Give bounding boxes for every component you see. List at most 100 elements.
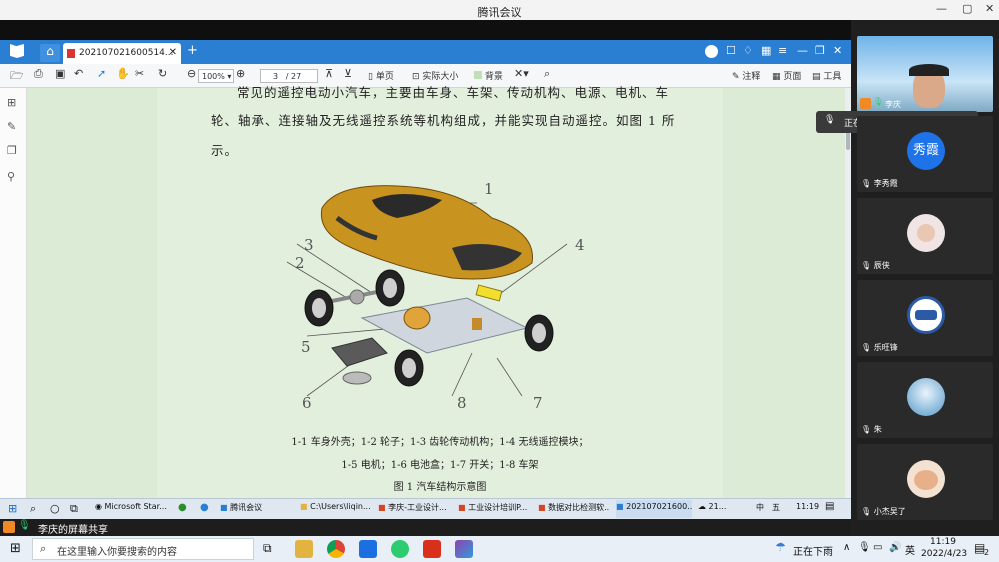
actual-size-button[interactable]: ⊡ 实际大小 <box>412 69 458 82</box>
participant-tile-4[interactable]: 🎙 朱 <box>857 362 993 438</box>
leader-line-8 <box>451 352 473 397</box>
open-icon[interactable]: 🗁 <box>10 67 24 86</box>
print-icon[interactable]: ⎙ <box>34 67 43 81</box>
taskbar-search-placeholder: 在这里输入你要搜索的内容 <box>57 547 177 558</box>
save-icon[interactable]: ▣ <box>55 67 65 80</box>
new-tab-button[interactable]: + <box>187 43 198 58</box>
start-icon[interactable]: ⊞ <box>8 502 17 515</box>
gear <box>349 289 365 305</box>
zoom-out-button[interactable]: ⊖ <box>187 67 196 80</box>
car-body-shell <box>320 185 533 280</box>
zoom-select[interactable]: 100% ▾ <box>198 69 234 83</box>
ime-indicator-2[interactable]: 五 <box>772 502 780 513</box>
apps-icon[interactable]: ▦ <box>761 44 771 57</box>
pdf-close-button[interactable]: ✕ <box>833 44 842 57</box>
task-item-explorer[interactable]: ■ C:\Users\liqin... <box>300 502 370 511</box>
share-label: 李庆的屏幕共享 <box>38 525 108 536</box>
task-item-pdf[interactable]: ■ 2021070216​00... <box>616 500 692 518</box>
task-item-weather[interactable]: ☁ 21... <box>698 502 743 511</box>
single-page-button[interactable]: ▯ 单页 <box>368 69 394 82</box>
taskbar-search-box[interactable]: ⌕ 在这里输入你要搜索的内容 <box>32 538 254 560</box>
task-item-edge[interactable]: ◉ Microsoft Star... <box>95 502 169 511</box>
volume-icon[interactable]: 🔊 <box>889 542 901 553</box>
close-button[interactable]: ✕ <box>985 2 994 15</box>
zoom-in-button[interactable]: ⊕ <box>236 67 245 80</box>
background-button[interactable]: 背景 <box>474 69 503 82</box>
wps-icon[interactable] <box>423 540 441 558</box>
ime-english[interactable]: 英 <box>905 542 915 557</box>
minimize-button[interactable]: — <box>936 2 947 15</box>
wechat-icon[interactable] <box>391 540 409 558</box>
tab-document[interactable]: 2021070216005​14... ✕ <box>63 43 181 64</box>
participant-tile-2[interactable]: 🎙 辰侠 <box>857 198 993 274</box>
task-view-icon[interactable]: ⧉ <box>263 541 272 556</box>
share-icon[interactable]: ↶ <box>74 67 83 80</box>
participant-tile-5[interactable]: 🎙 小杰吴了 <box>857 444 993 520</box>
home-icon[interactable]: ⌂ <box>40 44 60 62</box>
menu-icon[interactable]: ≡ <box>778 44 787 57</box>
search-icon[interactable]: ⌕ <box>544 67 550 81</box>
rotate-icon[interactable]: ↻ <box>158 67 167 80</box>
taskbar-date[interactable]: 2022/4/23 <box>921 549 967 559</box>
scroll-thumb[interactable] <box>846 132 850 150</box>
prev-page-icon[interactable]: ⊼ <box>325 67 333 80</box>
annotate-button[interactable]: ✎ 注释 <box>732 69 760 82</box>
page-current: 3 <box>273 72 279 81</box>
page-input[interactable]: 3 / 27 <box>260 69 318 83</box>
participant-name-5: 🎙 小杰吴了 <box>861 507 906 516</box>
battery-box <box>331 337 388 367</box>
thumbnail-icon[interactable]: ❐ <box>7 144 17 157</box>
pdf-minimize-button[interactable]: — <box>797 44 808 57</box>
page-button[interactable]: ▦ 页面 <box>772 69 801 82</box>
search-icon-inner[interactable]: ⌕ <box>30 502 36 516</box>
attachment-icon[interactable]: ⚲ <box>7 170 15 183</box>
participant-avatar-4 <box>907 378 945 416</box>
pdf-restore-button[interactable]: ❐ <box>815 44 825 57</box>
comment-icon[interactable]: ✎ <box>7 120 16 133</box>
file-explorer-icon[interactable] <box>295 540 313 558</box>
speaker-mic-icon: 🎙 <box>824 115 836 125</box>
tab-close-icon[interactable]: ✕ <box>169 47 177 58</box>
taskbar-clock[interactable]: 11:19 <box>930 537 956 547</box>
inner-clock: 11:19 <box>796 502 820 511</box>
maximize-button[interactable]: ▢ <box>962 2 972 15</box>
close-x-icon[interactable]: ✕▾ <box>514 67 529 80</box>
user-icon[interactable] <box>705 45 718 58</box>
app-icon-green[interactable]: ● <box>178 502 187 513</box>
next-page-icon[interactable]: ⊻ <box>344 67 352 80</box>
hand-icon[interactable]: ✋ <box>116 67 130 80</box>
task-item-ppt1[interactable]: ■ 李庆-工业设计... <box>378 502 450 513</box>
pdf-file-icon <box>67 49 75 58</box>
part-label-7: 7 <box>533 394 543 412</box>
tray-chevron-icon[interactable]: ∧ <box>843 542 850 553</box>
participant-tile-3[interactable]: 🎙 乐旺锋 <box>857 280 993 356</box>
task-item-meeting[interactable]: ■ 腾讯会议 <box>220 502 290 513</box>
task-item-ppt2[interactable]: ■ 工业设计培训P... <box>458 502 530 513</box>
tools-button[interactable]: ▤ 工具 <box>812 69 841 82</box>
leader-line-7 <box>496 357 523 397</box>
part-label-1: 1 <box>484 180 494 198</box>
skin-icon[interactable]: ♢ <box>743 44 753 57</box>
host-video[interactable]: 🎙 李庆 <box>857 36 993 112</box>
meeting-app-icon[interactable] <box>359 540 377 558</box>
cut-icon[interactable]: ✂ <box>135 67 144 80</box>
taskview-icon[interactable]: ⧉ <box>70 502 78 516</box>
message-icon[interactable]: ☐ <box>726 44 736 57</box>
app-icon-purple[interactable] <box>455 540 473 558</box>
participant-tile-1[interactable]: 秀霞 🎙 李秀霞 <box>857 116 993 192</box>
app-icon-blue[interactable]: ● <box>200 502 209 513</box>
screen-share-bar: 🎙 李庆的屏幕共享 <box>0 519 851 536</box>
tray-mic-icon[interactable]: 🎙 <box>858 542 871 553</box>
battery-icon[interactable]: ▭ <box>873 542 882 553</box>
bookmark-icon[interactable]: ⊞ <box>7 96 16 109</box>
host-hair <box>909 64 949 76</box>
windows-start-icon[interactable]: ⊞ <box>10 541 21 556</box>
task-item-ppt3[interactable]: ■ 数据对比检测软... <box>538 502 610 513</box>
select-icon[interactable]: ➚ <box>97 67 106 80</box>
weather-text[interactable]: 正在下雨 <box>793 543 833 558</box>
presenter-avatar-icon <box>3 521 15 533</box>
inner-notification-icon[interactable]: ▤ <box>825 501 834 512</box>
cortana-icon[interactable]: ○ <box>50 502 60 515</box>
ime-indicator[interactable]: 中 <box>756 502 764 513</box>
chrome-icon[interactable] <box>327 540 345 558</box>
